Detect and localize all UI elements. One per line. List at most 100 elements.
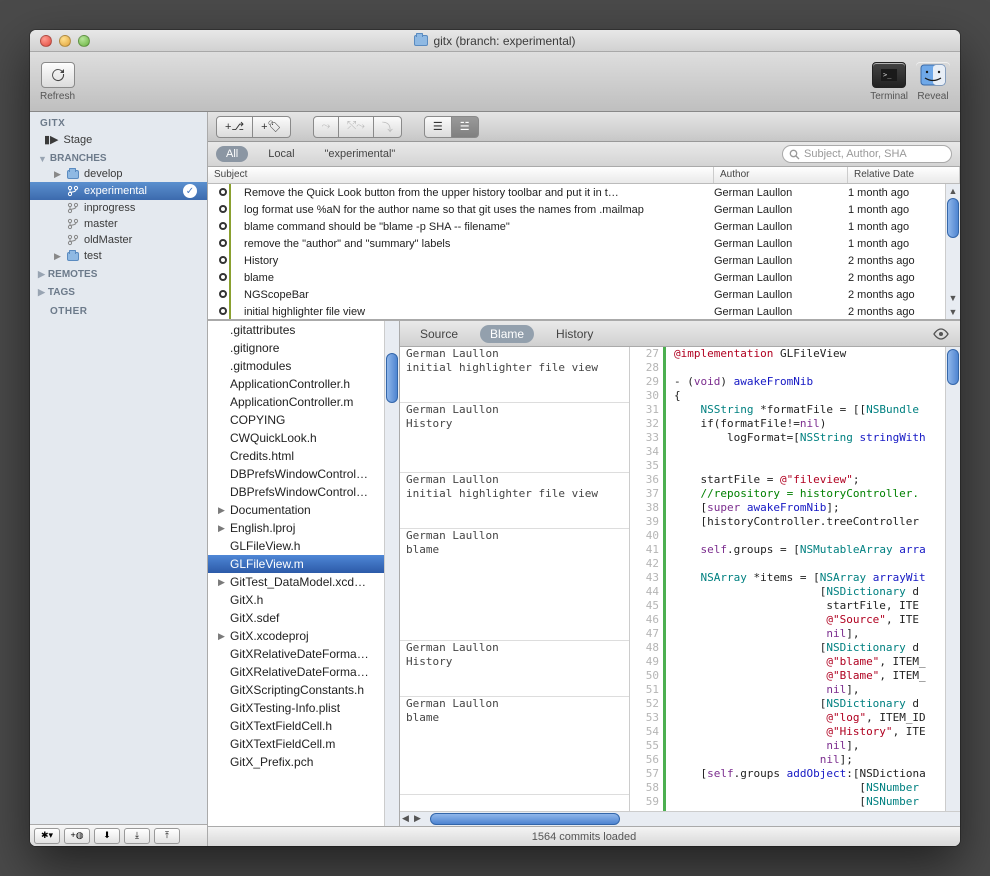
disclosure-right-icon: ▶ (218, 505, 227, 516)
blame-view[interactable]: German Laulloninitial highlighter file v… (400, 347, 960, 811)
list-view-button[interactable]: ☰ (424, 116, 452, 138)
sidebar-branch-experimental[interactable]: experimental✓ (30, 182, 207, 200)
file-row[interactable]: GitX_Prefix.pch (208, 753, 399, 771)
file-name: GitXTextFieldCell.h (230, 719, 332, 733)
file-row[interactable]: .gitmodules (208, 357, 399, 375)
scroll-down-arrow[interactable]: ▼ (946, 291, 960, 305)
add-tag-button[interactable]: +🏷 (253, 116, 290, 138)
blame-block[interactable]: German LaullonHistory (400, 641, 629, 697)
commit-row[interactable]: Remove the Quick Look button from the up… (208, 184, 960, 201)
file-row[interactable]: GitXTextFieldCell.m (208, 735, 399, 753)
file-row[interactable]: GitXRelativeDateForma… (208, 663, 399, 681)
sidebar-branch-master[interactable]: master (30, 216, 207, 232)
add-branch-button[interactable]: +⎇ (216, 116, 253, 138)
file-row[interactable]: ▶English.lproj (208, 519, 399, 537)
sidebar-branch-oldMaster[interactable]: oldMaster (30, 232, 207, 248)
tree-view-button[interactable]: ☱ (452, 116, 479, 138)
file-row[interactable]: GitXTextFieldCell.h (208, 717, 399, 735)
sidebar-branch-develop[interactable]: ▶develop (30, 166, 207, 182)
commit-list[interactable]: Remove the Quick Look button from the up… (208, 184, 960, 320)
sidebar-stage[interactable]: ▮▶ Stage (30, 131, 207, 148)
tab-blame[interactable]: Blame (480, 325, 534, 343)
code-vscrollbar[interactable] (945, 347, 960, 811)
commit-scrollbar[interactable]: ▲ ▼ ▼ (945, 184, 960, 319)
cherry-pick-button[interactable]: ⤳ (313, 116, 340, 138)
file-name: .gitmodules (230, 359, 291, 373)
search-field[interactable]: Subject, Author, SHA (782, 145, 952, 163)
file-row[interactable]: Credits.html (208, 447, 399, 465)
commit-row[interactable]: blame command should be "blame -p SHA --… (208, 218, 960, 235)
file-row[interactable]: DBPrefsWindowControl… (208, 465, 399, 483)
disclosure-right-icon: ▶ (38, 269, 45, 280)
file-row[interactable]: GitXTesting-Info.plist (208, 699, 399, 717)
scroll-left-arrow[interactable]: ◀ (402, 813, 409, 824)
file-row[interactable]: GitX.sdef (208, 609, 399, 627)
commit-row[interactable]: remove the "author" and "summary" labels… (208, 235, 960, 252)
file-row[interactable]: ▶GitX.xcodeproj (208, 627, 399, 645)
scope-local[interactable]: Local (258, 146, 304, 162)
scroll-down-arrow-2[interactable]: ▼ (946, 305, 960, 319)
commit-row[interactable]: log format use %aN for the author name s… (208, 201, 960, 218)
scroll-thumb[interactable] (947, 198, 959, 238)
commit-row[interactable]: NGScopeBarGerman Laullon2 months ago (208, 286, 960, 303)
sidebar-branch-inprogress[interactable]: inprogress (30, 200, 207, 216)
fetch-button[interactable]: ⬇ (94, 828, 120, 844)
sidebar-branch-test[interactable]: ▶test (30, 248, 207, 264)
file-row[interactable]: ApplicationController.m (208, 393, 399, 411)
blame-block[interactable]: German Laulloninitial highlighter file v… (400, 473, 629, 529)
file-row[interactable]: GitXRelativeDateForma… (208, 645, 399, 663)
scope-all[interactable]: All (216, 146, 248, 162)
file-list[interactable]: .gitattributes.gitignore .gitmodules Appli… (208, 321, 400, 826)
code-vscroll-thumb[interactable] (947, 349, 959, 385)
file-row[interactable]: GitXScriptingConstants.h (208, 681, 399, 699)
add-branch-icon: +⎇ (225, 120, 244, 133)
code-line: - (void) awakeFromNib (666, 375, 960, 389)
file-row[interactable]: ApplicationController.h (208, 375, 399, 393)
rebase-button[interactable]: ⤵ (374, 116, 402, 138)
refresh-button[interactable] (41, 62, 75, 88)
tab-source[interactable]: Source (410, 325, 468, 343)
reveal-button[interactable] (916, 62, 950, 88)
file-scroll-thumb[interactable] (386, 353, 398, 403)
scroll-right-arrow[interactable]: ▶ (414, 813, 421, 824)
file-row[interactable]: COPYING (208, 411, 399, 429)
push-button[interactable]: ⤒ (154, 828, 180, 844)
commit-row[interactable]: blameGerman Laullon2 months ago (208, 269, 960, 286)
blame-block[interactable]: German Laulloninitial highlighter file v… (400, 347, 629, 403)
blame-block[interactable]: German Laullonblame (400, 529, 629, 641)
sidebar-branches-toggle[interactable]: ▼ BRANCHES (30, 148, 207, 166)
header-subject[interactable]: Subject (208, 167, 714, 183)
header-author[interactable]: Author (714, 167, 848, 183)
commit-row[interactable]: initial highlighter file viewGerman Laul… (208, 303, 960, 320)
file-row[interactable]: CWQuickLook.h (208, 429, 399, 447)
gear-menu-button[interactable]: ✱▾ (34, 828, 60, 844)
file-row[interactable]: ▶GitTest_DataModel.xcd… (208, 573, 399, 591)
add-remote-button[interactable]: +◍ (64, 828, 90, 844)
code-line: [NSDictionary d (666, 641, 960, 655)
file-row[interactable]: ▶Documentation (208, 501, 399, 519)
file-row[interactable]: GLFileView.h (208, 537, 399, 555)
stage-icon: ▮▶ (44, 133, 59, 146)
blame-block[interactable]: German Laullonblame (400, 697, 629, 795)
scroll-up-arrow[interactable]: ▲ (946, 184, 960, 198)
sidebar-remotes-header: REMOTES (48, 269, 97, 280)
file-row[interactable]: .gitattributes (208, 321, 399, 339)
header-date[interactable]: Relative Date (848, 167, 960, 183)
merge-button[interactable]: ⤲⤳ (339, 116, 374, 138)
tab-history[interactable]: History (546, 325, 603, 343)
file-row[interactable]: .gitignore (208, 339, 399, 357)
blame-block[interactable]: German LaullonHistory (400, 403, 629, 473)
terminal-button[interactable]: >_ (872, 62, 906, 88)
commit-row[interactable]: HistoryGerman Laullon2 months ago (208, 252, 960, 269)
scope-branch[interactable]: "experimental" (315, 146, 406, 162)
pull-button[interactable]: ⤓ (124, 828, 150, 844)
file-row[interactable]: GLFileView.m (208, 555, 399, 573)
file-row[interactable]: DBPrefsWindowControl… (208, 483, 399, 501)
sidebar-tags-toggle[interactable]: ▶ TAGS (30, 282, 207, 300)
code-hscrollbar[interactable]: ◀ ▶ (400, 811, 960, 826)
quicklook-button[interactable] (932, 328, 950, 340)
file-scrollbar[interactable] (384, 321, 399, 826)
sidebar-remotes-toggle[interactable]: ▶ REMOTES (30, 264, 207, 282)
code-hscroll-thumb[interactable] (430, 813, 620, 825)
file-row[interactable]: GitX.h (208, 591, 399, 609)
